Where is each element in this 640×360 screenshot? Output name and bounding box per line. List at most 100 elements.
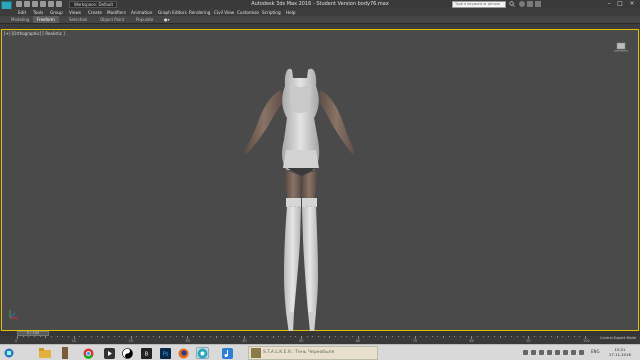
photoshop-icon[interactable]: Ps [159, 347, 172, 359]
menu-rendering[interactable]: Rendering [189, 9, 210, 16]
title-bar: Workspace: Default Autodesk 3ds Max 2016… [0, 0, 640, 17]
tab-object-paint[interactable]: Object Paint [96, 16, 128, 23]
timeline-tick [562, 336, 564, 337]
timeline-tick [408, 336, 410, 337]
menu-views[interactable]: Views [69, 9, 81, 16]
timeline-tick [420, 336, 422, 337]
timeline-tick [511, 336, 513, 337]
timeline-tick-label: 80 [469, 339, 474, 343]
tray-flag-icon[interactable] [579, 350, 584, 355]
perspective-viewport[interactable]: [+] [Orthographic] [ Realistic ] [1, 29, 639, 334]
save-file-icon[interactable] [32, 1, 38, 7]
timeline-tick [147, 336, 149, 337]
menu-modifiers[interactable]: Modifiers [107, 9, 126, 16]
maximize-icon[interactable]: □ [615, 0, 625, 8]
timeline-tick [62, 336, 64, 337]
menu-graph-editors[interactable]: Graph Editors [158, 9, 187, 16]
tray-app-icon[interactable] [563, 350, 568, 355]
system-clock[interactable]: 15:21 27.11.2016 [604, 347, 636, 357]
timeline-tick [272, 336, 274, 338]
timeline-tick [556, 336, 558, 338]
timeline-tick [96, 336, 98, 337]
exchange-icon[interactable] [527, 1, 533, 7]
menu-scripting[interactable]: Scripting [262, 9, 281, 16]
timeline-tick [505, 336, 507, 337]
timeline-tick [90, 336, 92, 337]
tab-populate[interactable]: Populate [132, 16, 157, 23]
media-icon[interactable] [103, 347, 116, 359]
timeline-tick [488, 336, 490, 337]
timeline-tick-label: 100 [583, 339, 590, 343]
timeline-tick-label: 40 [242, 339, 247, 343]
stalker-window-button[interactable]: S.T.A.L.K.E.R.: Тень Чернобыля [248, 346, 378, 360]
tray-network-icon[interactable] [523, 350, 528, 355]
3dsmax-icon[interactable] [196, 347, 209, 359]
timeline-tick [28, 336, 30, 337]
menu-bar: Edit Tools Group Views Create Modifiers … [0, 9, 640, 16]
search-input[interactable]: Type a keyword or phrase [452, 1, 506, 8]
menu-group[interactable]: Group [50, 9, 63, 16]
ribbon-options-icon[interactable]: ●▾ [160, 16, 174, 23]
timeline-tick [323, 336, 325, 337]
menu-tools[interactable]: Tools [33, 9, 43, 16]
timeline-tick [499, 336, 501, 338]
firefox-icon[interactable] [177, 347, 190, 359]
timeline-tick-label: 0 [15, 339, 18, 343]
tab-modeling[interactable]: Modeling [7, 16, 33, 23]
music-icon[interactable] [221, 347, 234, 359]
menu-animation[interactable]: Animation [131, 9, 152, 16]
tray-app-icon[interactable] [555, 350, 560, 355]
bits-icon[interactable]: B [140, 347, 153, 359]
track-bar[interactable]: 0 10 20 30 40 50 60 70 80 90 100 Control Expert Mo… [0, 336, 640, 344]
character-icon[interactable] [58, 347, 71, 359]
menu-customize[interactable]: Customize [237, 9, 259, 16]
timeline-tick [374, 336, 376, 337]
yinyang-icon[interactable] [121, 347, 134, 359]
timeline-tick [255, 336, 257, 337]
timeline-tick [153, 336, 155, 337]
viewcube-icon[interactable] [614, 42, 628, 52]
tray-volume-icon[interactable] [571, 350, 576, 355]
tray-app-icon[interactable] [547, 350, 552, 355]
help-icon[interactable] [535, 1, 541, 7]
menu-edit[interactable]: Edit [18, 9, 26, 16]
timeline-tick [176, 336, 178, 337]
timeline-tick [198, 336, 200, 337]
workspace-dropdown[interactable]: Workspace: Default [69, 1, 117, 8]
language-indicator[interactable]: ENG [591, 349, 600, 355]
windows-taskbar: B Ps S.T.A.L.K.E.R.: Тень Чернобыля ENG … [0, 344, 640, 360]
timeline-tick [403, 336, 405, 337]
menu-civil-view[interactable]: Civil View [214, 9, 234, 16]
tab-freeform[interactable]: Freeform [33, 16, 59, 23]
search-icon[interactable] [509, 1, 515, 7]
character-model[interactable] [232, 60, 362, 345]
timeline-tick [39, 336, 41, 337]
timeline-tick [437, 336, 439, 337]
menu-create[interactable]: Create [88, 9, 102, 16]
open-file-icon[interactable] [24, 1, 30, 7]
new-file-icon[interactable] [16, 1, 22, 7]
minimize-icon[interactable]: – [604, 0, 614, 8]
timeline-tick [159, 336, 160, 338]
tray-app-icon[interactable] [539, 350, 544, 355]
project-folder-icon[interactable] [56, 1, 62, 7]
chrome-icon[interactable] [82, 347, 95, 359]
timeline-tick [494, 336, 496, 337]
redo-icon[interactable] [48, 1, 54, 7]
menu-help[interactable]: Help [286, 9, 296, 16]
viewport-label[interactable]: [+] [Orthographic] [ Realistic ] [4, 31, 65, 36]
timeline-tick [352, 336, 354, 337]
timeline-tick [550, 336, 552, 337]
start-icon[interactable] [2, 347, 15, 359]
timeline-tick [465, 336, 467, 337]
folder-icon[interactable] [38, 347, 51, 359]
timeline-tick [210, 336, 212, 337]
tray-app-icon[interactable] [531, 350, 536, 355]
timeline-tick [522, 336, 524, 337]
timeline-tick-label: 60 [355, 339, 361, 343]
user-account-icon[interactable] [519, 1, 525, 7]
close-icon[interactable]: × [627, 0, 637, 8]
undo-icon[interactable] [40, 1, 46, 7]
timeline-tick [107, 336, 109, 337]
tab-selection[interactable]: Selection [65, 16, 91, 23]
